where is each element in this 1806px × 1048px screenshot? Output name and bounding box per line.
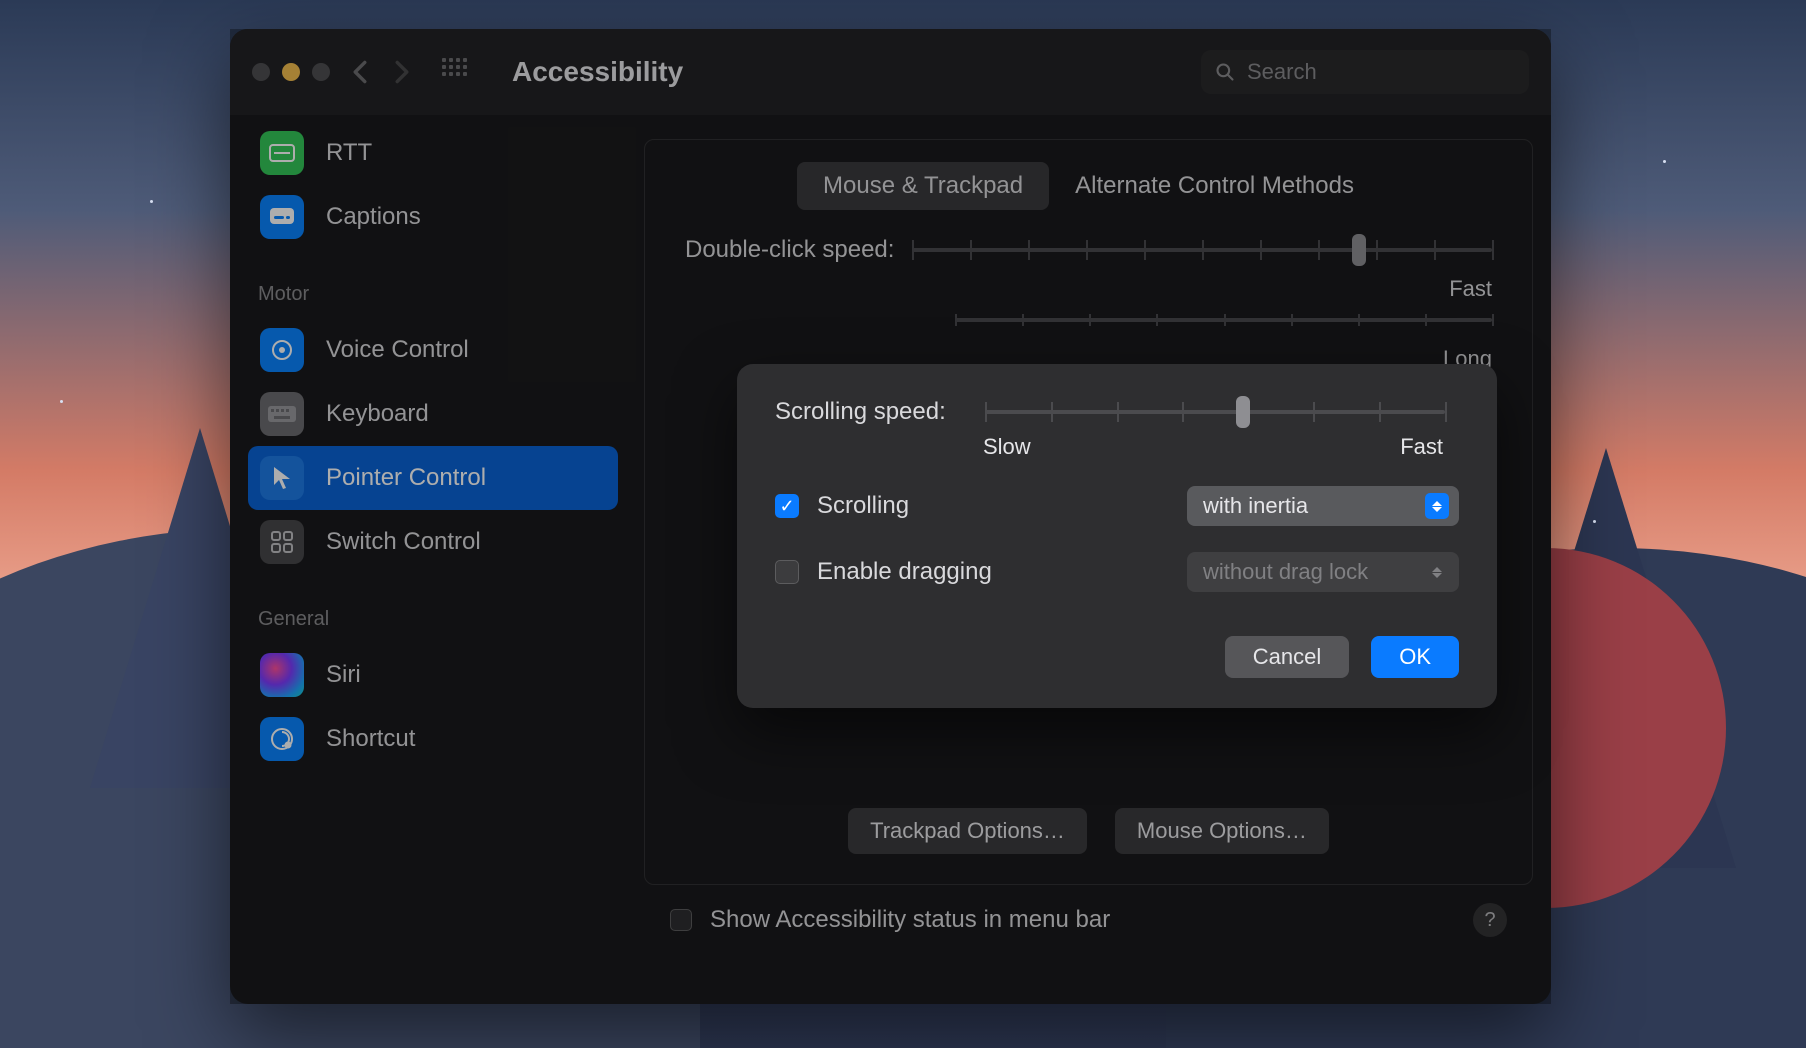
enable-dragging-checkbox[interactable] bbox=[775, 560, 799, 584]
system-preferences-window: Accessibility Search RTT Captions Motor bbox=[230, 29, 1551, 1004]
cancel-button[interactable]: Cancel bbox=[1225, 636, 1349, 678]
dragging-mode-value: without drag lock bbox=[1203, 559, 1368, 585]
chevron-up-down-icon bbox=[1425, 559, 1449, 585]
scrolling-label: Scrolling bbox=[817, 492, 909, 520]
ok-button[interactable]: OK bbox=[1371, 636, 1459, 678]
enable-dragging-label: Enable dragging bbox=[817, 558, 992, 586]
scrolling-mode-value: with inertia bbox=[1203, 493, 1308, 519]
scrolling-slow-label: Slow bbox=[983, 434, 1031, 460]
scrolling-checkbox[interactable] bbox=[775, 494, 799, 518]
dragging-mode-popup: without drag lock bbox=[1187, 552, 1459, 592]
scrolling-fast-label: Fast bbox=[1400, 434, 1443, 460]
scrolling-speed-label: Scrolling speed: bbox=[775, 398, 965, 426]
trackpad-options-sheet: Scrolling speed: Slow Fast Scrolling wit… bbox=[737, 364, 1497, 708]
scrolling-mode-popup[interactable]: with inertia bbox=[1187, 486, 1459, 526]
chevron-up-down-icon bbox=[1425, 493, 1449, 519]
scrolling-speed-slider[interactable] bbox=[985, 398, 1445, 426]
